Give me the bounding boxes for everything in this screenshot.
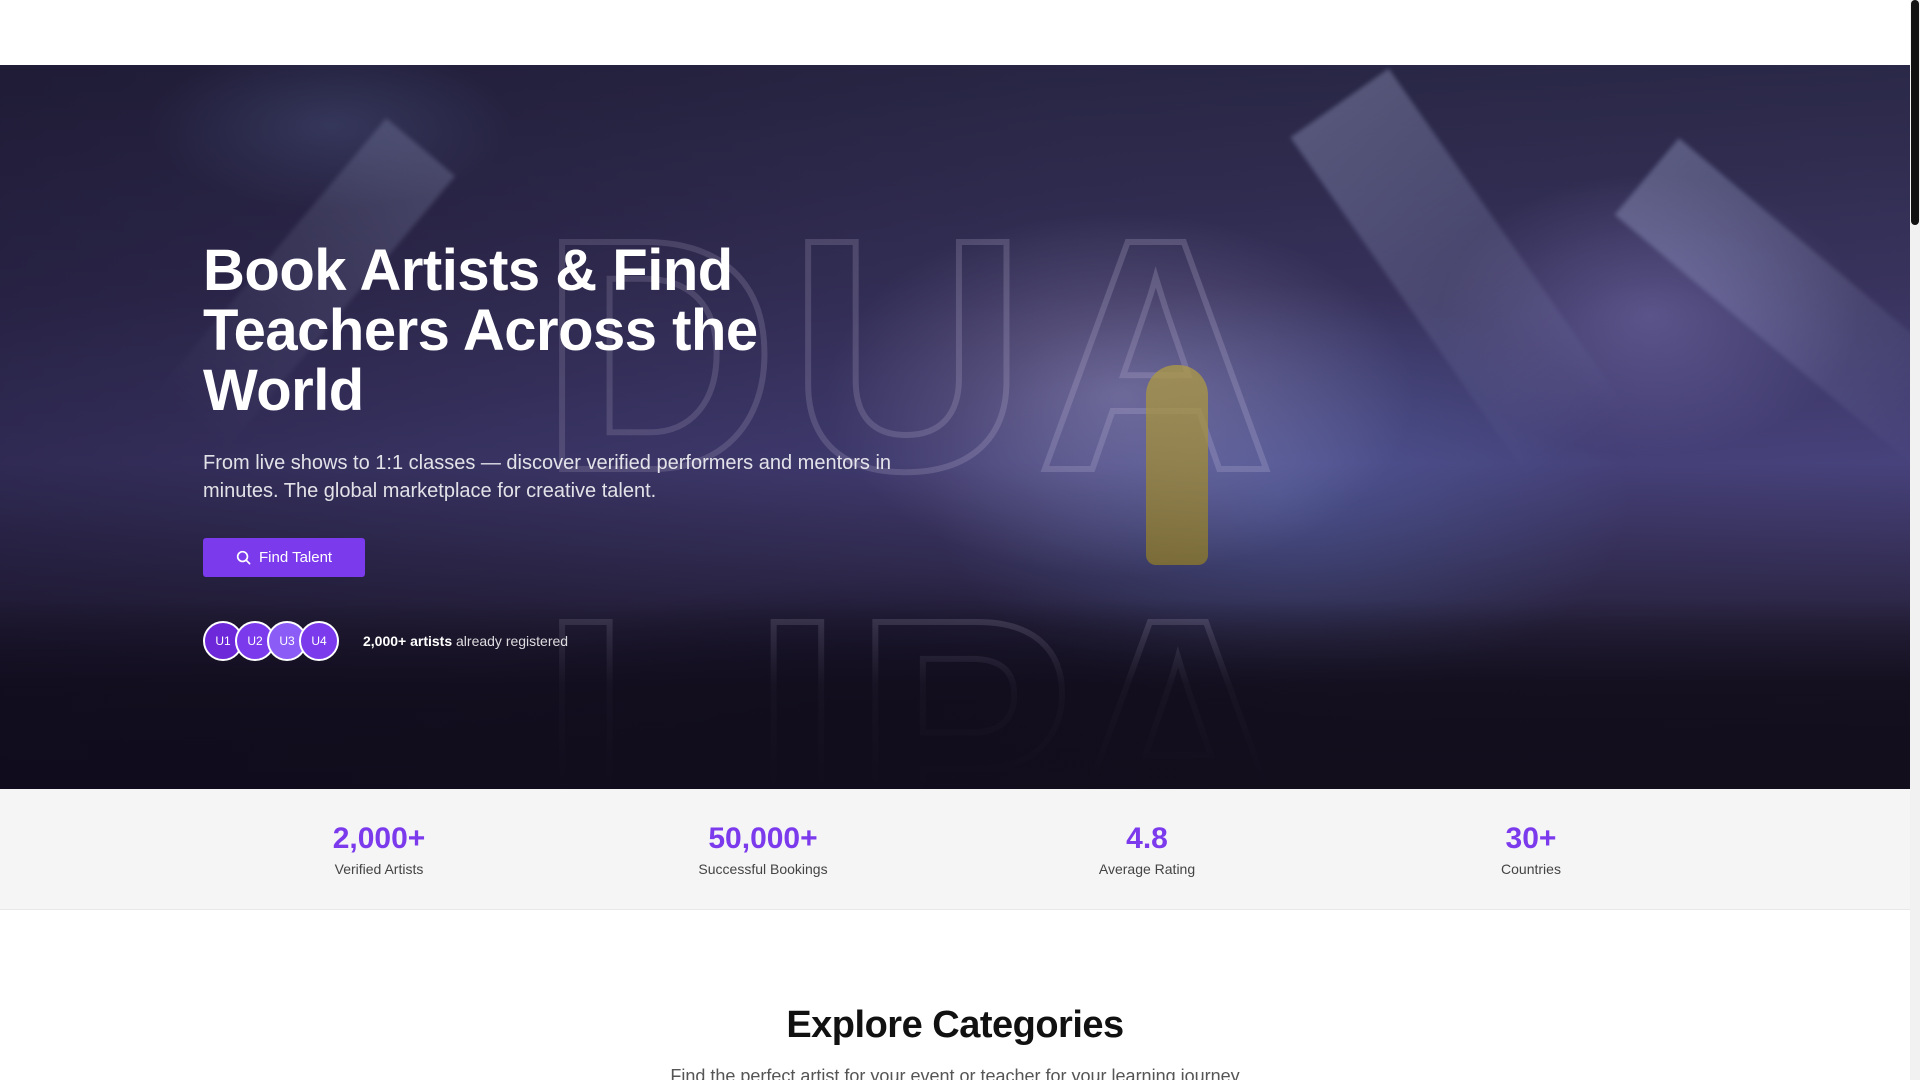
search-icon: [236, 550, 251, 565]
categories-subtitle: Find the perfect artist for your event o…: [670, 1066, 1240, 1080]
scrollbar-thumb[interactable]: [1911, 0, 1919, 225]
categories-title: Explore Categories: [786, 1004, 1124, 1046]
stat-value: 2,000+: [332, 822, 426, 855]
stat-average-rating: 4.8 Average Rating: [1017, 822, 1277, 878]
find-talent-label: Find Talent: [259, 549, 333, 566]
stat-successful-bookings: 50,000+ Successful Bookings: [633, 822, 893, 878]
hero-subtitle: From live shows to 1:1 classes — discove…: [203, 452, 892, 502]
avatar: U4: [299, 621, 339, 661]
stat-label: Countries: [1501, 861, 1561, 877]
stat-label: Average Rating: [1098, 861, 1196, 877]
hero-section: DUA LIPA Book Artists & Find Teachers Ac…: [0, 65, 1910, 789]
avatar-group: U1 U2 U3 U4: [203, 621, 339, 661]
registered-artists-suffix: already registered: [452, 633, 569, 649]
hero-title: Book Artists & Find Teachers Across the …: [203, 238, 758, 423]
stat-value: 30+: [1505, 822, 1557, 855]
stat-label: Successful Bookings: [698, 861, 828, 877]
stat-value: 50,000+: [708, 822, 818, 855]
page-scrollbar[interactable]: [1910, 0, 1920, 1080]
stat-value: 4.8: [1126, 822, 1168, 855]
social-proof: U1 U2 U3 U4 2,000+ artists already regis…: [203, 621, 568, 661]
stat-label: Verified Artists: [334, 861, 424, 877]
stats-bar: 2,000+ Verified Artists 50,000+ Successf…: [0, 789, 1910, 910]
find-talent-button[interactable]: Find Talent: [203, 538, 366, 577]
stat-countries: 30+ Countries: [1401, 822, 1661, 878]
top-navbar: [0, 0, 1910, 65]
registered-artists-count: 2,000+ artists: [363, 633, 453, 649]
hero-content: Book Artists & Find Teachers Across the …: [203, 241, 903, 577]
stat-verified-artists: 2,000+ Verified Artists: [249, 822, 509, 878]
registered-artists-text: 2,000+ artists already registered: [363, 633, 568, 649]
